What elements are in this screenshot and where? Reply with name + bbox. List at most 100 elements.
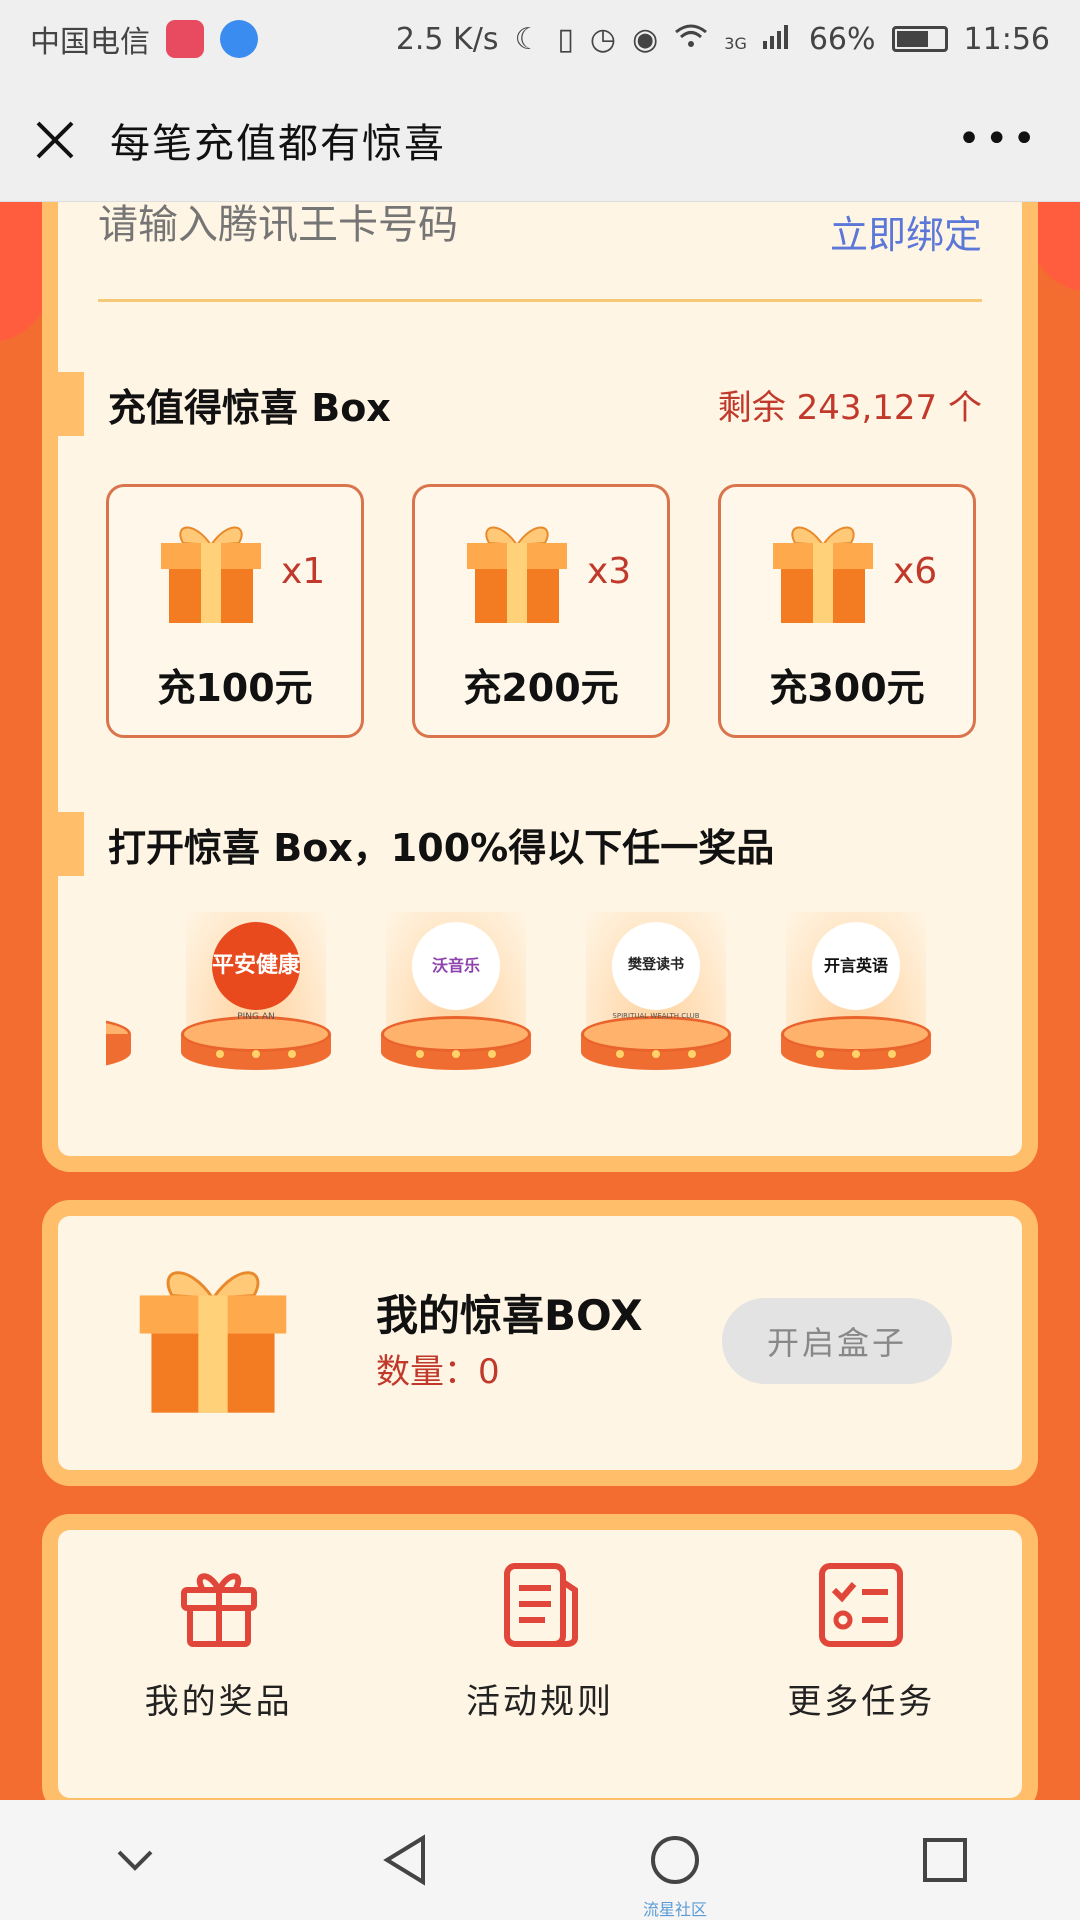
hide-nav-button[interactable] xyxy=(75,1800,195,1920)
phone-number-input[interactable] xyxy=(98,202,698,248)
fandeng-logo: 樊登读书 xyxy=(612,922,700,1010)
tier-200[interactable]: x3 充200元 xyxy=(412,484,670,738)
activity-rules-button[interactable]: 活动规则 xyxy=(410,1560,670,1723)
my-box-count: 数量：0 xyxy=(376,1352,500,1392)
eye-icon: ◉ xyxy=(632,21,659,57)
more-tasks-button[interactable]: 更多任务 xyxy=(731,1560,991,1723)
prize-pingan[interactable]: 平安健康 PING AN xyxy=(176,912,336,1082)
tier-multiplier: x6 xyxy=(893,551,938,592)
tier-label: 充200元 xyxy=(463,666,619,710)
prize-wo-music[interactable]: 沃音乐 xyxy=(376,912,536,1082)
gift-box-icon xyxy=(467,526,567,623)
wo-music-logo: 沃音乐 xyxy=(412,922,500,1010)
prize-subtitle: PING AN xyxy=(237,1012,275,1022)
action-label: 活动规则 xyxy=(465,1682,614,1722)
status-bar: 中国电信 2.5 K/s ☾ ▯ ◷ ◉ 3G 66% 11:56 xyxy=(0,0,1080,78)
wifi-icon xyxy=(674,22,708,57)
back-triangle-icon xyxy=(383,1834,425,1886)
action-row: 我的奖品 活动规则 更多任务 xyxy=(58,1560,1022,1723)
tier-300[interactable]: x6 充300元 xyxy=(718,484,976,738)
section-marker xyxy=(58,812,84,876)
recharge-section-title: 充值得惊喜 Box xyxy=(108,385,391,430)
pedestal-dot xyxy=(888,1050,896,1058)
close-icon xyxy=(36,121,74,158)
home-circle-icon xyxy=(651,1836,699,1884)
pedestal-top xyxy=(581,1016,731,1052)
prize-kaiyan[interactable]: 开言英语 xyxy=(776,912,936,1082)
prize-name: 平安健康 xyxy=(212,952,301,978)
home-button[interactable]: 流星社区 xyxy=(615,1800,735,1920)
pedestal-dot xyxy=(416,1050,424,1058)
chevron-down-icon xyxy=(117,1850,153,1871)
battery-icon xyxy=(891,26,948,52)
close-button[interactable] xyxy=(0,78,110,202)
prize-section-header: 打开惊喜 Box，100%得以下任一奖品 xyxy=(58,812,982,876)
system-nav-bar: 流星社区 xyxy=(0,1800,1080,1920)
watermark-caption: 流星社区 xyxy=(642,1900,707,1919)
pedestal-top xyxy=(381,1016,531,1052)
net-speed: 2.5 K/s xyxy=(395,21,499,57)
tier-label: 充100元 xyxy=(157,666,313,710)
prize-name: 开言英语 xyxy=(823,956,888,976)
browser-app-icon xyxy=(220,20,258,58)
checklist-icon xyxy=(819,1563,904,1647)
tier-multiplier: x3 xyxy=(587,551,632,592)
prize-carousel[interactable]: 平安健康 PING AN 沃音乐 樊登读书 SPIRITUAL WEALTH C… xyxy=(106,912,976,1112)
back-button[interactable] xyxy=(345,1800,465,1920)
pedestal-dot xyxy=(852,1050,860,1058)
recharge-section-header: 充值得惊喜 Box 剩余 243,127 个 xyxy=(58,372,982,436)
pedestal-top xyxy=(781,1016,931,1052)
my-box-card: 我的惊喜BOX 数量：0 开启盒子 xyxy=(42,1200,1038,1486)
pedestal-dot xyxy=(616,1050,624,1058)
action-label: 更多任务 xyxy=(787,1682,936,1722)
vibrate-icon: ▯ xyxy=(557,21,574,57)
prize-fandeng[interactable]: 樊登读书 SPIRITUAL WEALTH CLUB xyxy=(576,912,736,1082)
bind-now-button[interactable]: 立即绑定 xyxy=(830,204,982,259)
my-prizes-button[interactable]: 我的奖品 xyxy=(89,1560,349,1723)
open-box-button[interactable]: 开启盒子 xyxy=(722,1298,952,1384)
signal-icon xyxy=(762,22,793,57)
recharge-tiers: x1 充100元 x3 充200元 x6 充300元 xyxy=(106,484,976,738)
gift-box-icon xyxy=(773,526,873,623)
pedestal-dot xyxy=(288,1050,296,1058)
recharge-card: 立即绑定 充值得惊喜 Box 剩余 243,127 个 x1 充100元 xyxy=(42,202,1038,1172)
prize-subtitle: SPIRITUAL WEALTH CLUB xyxy=(612,1012,700,1020)
prize-section-title: 打开惊喜 Box，100%得以下任一奖品 xyxy=(108,825,775,870)
page-content: 立即绑定 充值得惊喜 Box 剩余 243,127 个 x1 充100元 xyxy=(0,202,1080,1800)
carrier-label: 中国电信 xyxy=(30,25,150,60)
gift-box-icon xyxy=(161,526,261,623)
pedestal-dot xyxy=(488,1050,496,1058)
vmall-app-icon xyxy=(166,20,204,58)
network-type: 3G xyxy=(724,33,747,53)
battery-percent: 66% xyxy=(808,21,876,57)
title-bar: 每笔充值都有惊喜 ••• xyxy=(0,78,1080,202)
clock: 11:56 xyxy=(963,21,1050,57)
page-title: 每笔充值都有惊喜 xyxy=(110,120,446,167)
tier-label: 充300元 xyxy=(769,666,925,710)
pedestal-dot xyxy=(216,1050,224,1058)
remaining-count: 剩余 243,127 个 xyxy=(717,387,982,428)
recents-button[interactable] xyxy=(885,1800,1005,1920)
pedestal-dot xyxy=(816,1050,824,1058)
pedestal-dot xyxy=(688,1050,696,1058)
pedestal-dot xyxy=(652,1050,660,1058)
tier-multiplier: x1 xyxy=(281,551,326,592)
action-label: 我的奖品 xyxy=(144,1682,293,1722)
tier-100[interactable]: x1 充100元 xyxy=(106,484,364,738)
gift-icon xyxy=(180,1573,257,1647)
gift-box-icon xyxy=(139,1271,287,1413)
pedestal-base xyxy=(106,1034,131,1070)
pedestal-dot xyxy=(252,1050,260,1058)
document-icon xyxy=(503,1563,578,1647)
recents-square-icon xyxy=(923,1838,967,1882)
pingan-logo: 平安健康 xyxy=(212,922,300,1010)
prize-name: 沃音乐 xyxy=(431,956,480,976)
pedestal-dot xyxy=(452,1050,460,1058)
prize-name: 樊登读书 xyxy=(628,957,684,974)
moon-icon: ☾ xyxy=(514,21,542,57)
my-box-title: 我的惊喜BOX xyxy=(376,1291,643,1340)
more-menu-button[interactable]: ••• xyxy=(957,116,1040,162)
alarm-icon: ◷ xyxy=(589,21,617,57)
actions-card: 我的奖品 活动规则 更多任务 xyxy=(42,1514,1038,1800)
section-marker xyxy=(58,372,84,436)
